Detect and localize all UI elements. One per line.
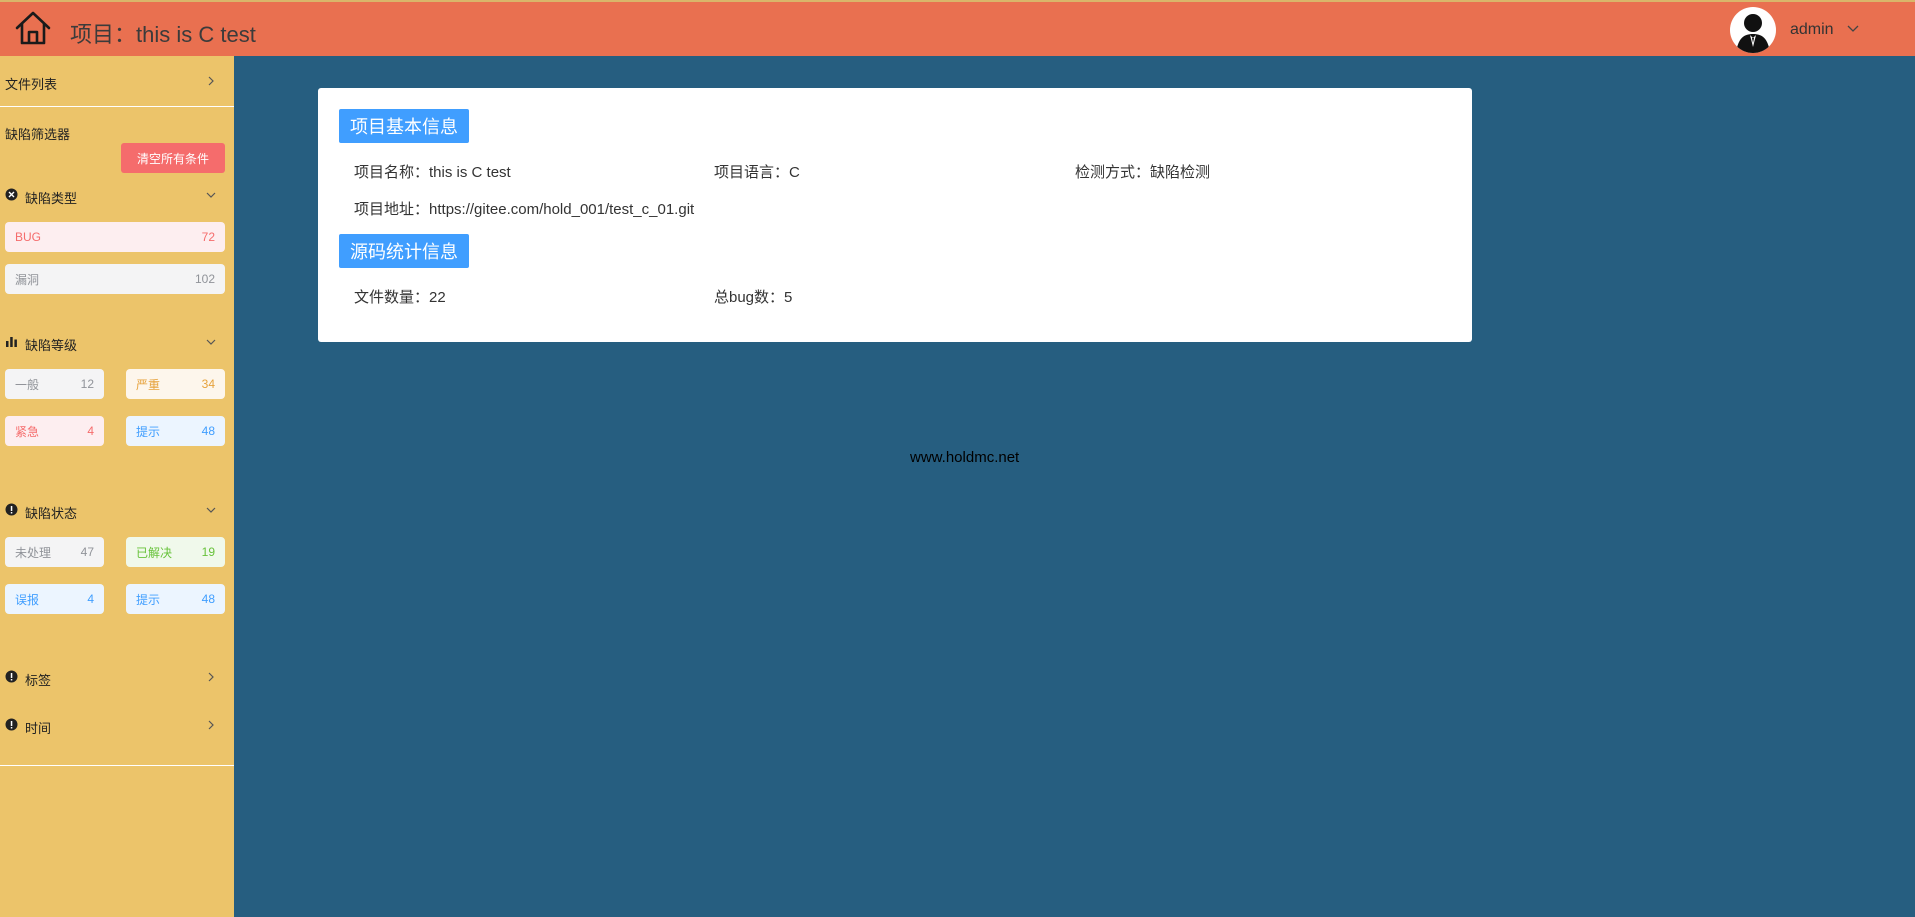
chip-count: 4 [87, 424, 94, 438]
page-title-prefix: 项目： [70, 23, 137, 48]
home-icon[interactable] [14, 9, 52, 47]
bar-chart-icon [6, 337, 17, 347]
bug-count-value: 5 [784, 289, 793, 306]
sidebar: 文件列表 缺陷筛选器 清空所有条件 缺陷类型 BUG 72 漏洞 102 缺陷等… [0, 56, 234, 917]
chip-count: 4 [87, 592, 94, 606]
chip-count: 34 [201, 377, 215, 391]
tags-label: 标签 [25, 673, 52, 688]
file-count-label: 文件数量： [354, 289, 430, 306]
defect-type-label: 缺陷类型 [25, 191, 78, 206]
avatar[interactable] [1730, 7, 1776, 53]
detection-method-label: 检测方式： [1075, 164, 1151, 181]
sidebar-divider [0, 106, 234, 107]
user-avatar-icon [1736, 14, 1770, 53]
chevron-right-icon [208, 672, 214, 682]
project-name-value: this is C test [429, 164, 511, 181]
project-language-value: C [789, 164, 800, 181]
chip-count: 102 [194, 272, 215, 286]
chevron-down-icon[interactable] [1847, 25, 1859, 33]
top-header: 项目：this is C test admin [0, 0, 1915, 56]
defect-level-label: 缺陷等级 [25, 338, 78, 353]
chevron-right-icon [208, 76, 214, 86]
chevron-down-icon [206, 192, 216, 198]
detection-method-value: 缺陷检测 [1150, 164, 1211, 181]
page-title-text: this is C test [136, 22, 256, 47]
project-url-field: 项目地址：https://gitee.com/hold_001/test_c_0… [354, 198, 694, 219]
chip-count: 47 [80, 545, 94, 559]
source-stats-title: 源码统计信息 [339, 234, 469, 268]
exclamation-circle-icon [5, 670, 18, 683]
file-count-field: 文件数量：22 [354, 286, 446, 307]
section-defect-type[interactable]: 缺陷类型 [0, 186, 234, 216]
section-defect-status[interactable]: 缺陷状态 [0, 501, 234, 531]
chip-count: 48 [201, 424, 215, 438]
sidebar-divider [0, 765, 234, 766]
chevron-right-icon [208, 720, 214, 730]
chip-label: 严重 [136, 377, 161, 392]
filter-chip-hint[interactable]: 提示 48 [126, 416, 225, 446]
project-name-label: 项目名称： [354, 164, 430, 181]
chip-label: BUG [15, 230, 42, 244]
filter-chip-bug[interactable]: BUG 72 [5, 222, 225, 252]
project-info-card: 项目基本信息 项目名称：this is C test 项目语言：C 检测方式：缺… [318, 88, 1472, 342]
project-url-label: 项目地址： [354, 201, 430, 218]
chip-label: 提示 [136, 424, 161, 439]
defect-status-label: 缺陷状态 [25, 506, 78, 521]
chip-label: 一般 [15, 377, 40, 392]
bug-count-label: 总bug数： [714, 289, 785, 306]
chevron-down-icon [206, 339, 216, 345]
section-time[interactable]: 时间 [0, 716, 234, 746]
page-title: 项目：this is C test [70, 17, 256, 49]
basic-info-title: 项目基本信息 [339, 109, 469, 143]
chip-count: 48 [201, 592, 215, 606]
filter-chip-normal[interactable]: 一般 12 [5, 369, 104, 399]
user-name[interactable]: admin [1790, 21, 1834, 39]
bug-count-field: 总bug数：5 [714, 286, 792, 307]
chevron-down-icon [206, 507, 216, 513]
filter-chip-severe[interactable]: 严重 34 [126, 369, 225, 399]
sidebar-file-list[interactable]: 文件列表 [0, 56, 234, 106]
filter-chip-urgent[interactable]: 紧急 4 [5, 416, 104, 446]
chip-count: 12 [80, 377, 94, 391]
detection-method-field: 检测方式：缺陷检测 [1075, 161, 1210, 182]
chip-label: 误报 [15, 592, 40, 607]
filter-chip-resolved[interactable]: 已解决 19 [126, 537, 225, 567]
time-label: 时间 [25, 721, 52, 736]
clear-filters-button[interactable]: 清空所有条件 [121, 143, 225, 173]
chip-count: 19 [201, 545, 215, 559]
file-list-label: 文件列表 [5, 77, 58, 92]
filter-chip-status-hint[interactable]: 提示 48 [126, 584, 225, 614]
filter-chip-false-positive[interactable]: 误报 4 [5, 584, 104, 614]
chip-label: 未处理 [15, 545, 52, 560]
filter-title: 缺陷筛选器 [5, 127, 71, 142]
filter-chip-unprocessed[interactable]: 未处理 47 [5, 537, 104, 567]
chip-label: 已解决 [136, 545, 173, 560]
section-defect-level[interactable]: 缺陷等级 [0, 333, 234, 363]
chip-label: 漏洞 [15, 272, 40, 287]
filter-chip-vulnerability[interactable]: 漏洞 102 [5, 264, 225, 294]
chip-label: 提示 [136, 592, 161, 607]
chip-label: 紧急 [15, 424, 40, 439]
file-count-value: 22 [429, 289, 446, 306]
footer-website: www.holdmc.net [910, 449, 1020, 466]
project-url-value[interactable]: https://gitee.com/hold_001/test_c_01.git [429, 201, 694, 218]
exclamation-circle-icon [5, 718, 18, 731]
exclamation-circle-icon [5, 503, 18, 516]
project-language-field: 项目语言：C [714, 161, 800, 182]
chip-count: 72 [201, 230, 215, 244]
section-tags[interactable]: 标签 [0, 668, 234, 698]
project-language-label: 项目语言： [714, 164, 790, 181]
close-circle-icon [5, 188, 18, 201]
project-name-field: 项目名称：this is C test [354, 161, 511, 182]
